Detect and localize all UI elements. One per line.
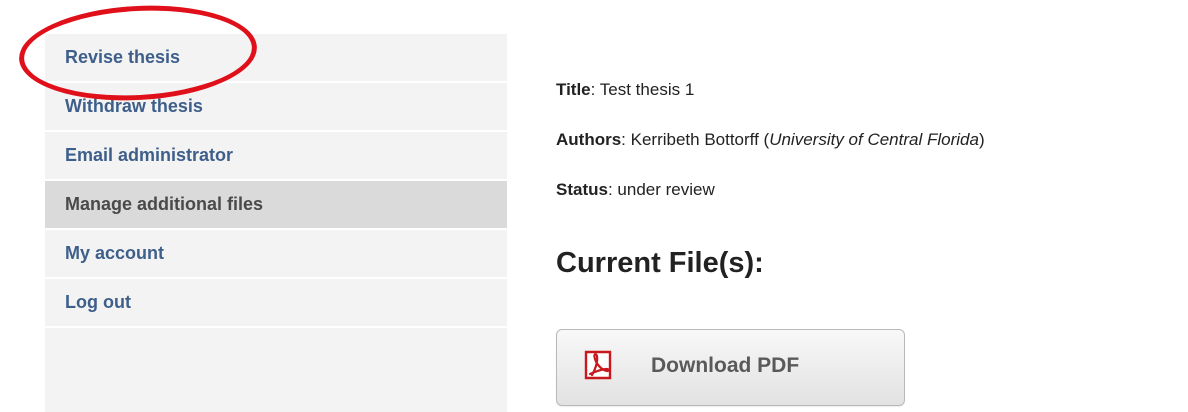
pdf-icon — [584, 350, 612, 380]
status-label: Status — [556, 180, 608, 199]
download-pdf-button[interactable]: Download PDF — [556, 329, 905, 406]
download-pdf-label: Download PDF — [651, 354, 800, 377]
submission-details: Title: Test thesis 1 Authors: Kerribeth … — [556, 78, 1176, 228]
sidebar-item-log-out[interactable]: Log out — [45, 279, 507, 328]
sidebar-item-my-account[interactable]: My account — [45, 230, 507, 279]
status-value: : under review — [607, 180, 715, 199]
authors-label: Authors — [556, 130, 622, 149]
title-value: : Test thesis 1 — [590, 80, 695, 99]
authors-affiliation: University of Central Florida — [769, 130, 979, 149]
sidebar-item-email-administrator[interactable]: Email administrator — [45, 132, 507, 181]
authors-line: Authors: Kerribeth Bottorff (University … — [556, 128, 1176, 152]
page: Revise thesis Withdraw thesis Email admi… — [0, 0, 1188, 412]
current-files-heading: Current File(s): — [556, 247, 764, 279]
title-line: Title: Test thesis 1 — [556, 78, 1176, 102]
authors-close: ) — [978, 130, 985, 149]
title-label: Title — [556, 80, 591, 99]
sidebar-item-revise-thesis[interactable]: Revise thesis — [45, 34, 507, 83]
sidebar-nav: Revise thesis Withdraw thesis Email admi… — [45, 34, 507, 412]
authors-value: : Kerribeth Bottorff ( — [621, 130, 770, 149]
status-line: Status: under review — [556, 178, 1176, 202]
sidebar-item-manage-additional-files[interactable]: Manage additional files — [45, 181, 507, 230]
sidebar-item-withdraw-thesis[interactable]: Withdraw thesis — [45, 83, 507, 132]
